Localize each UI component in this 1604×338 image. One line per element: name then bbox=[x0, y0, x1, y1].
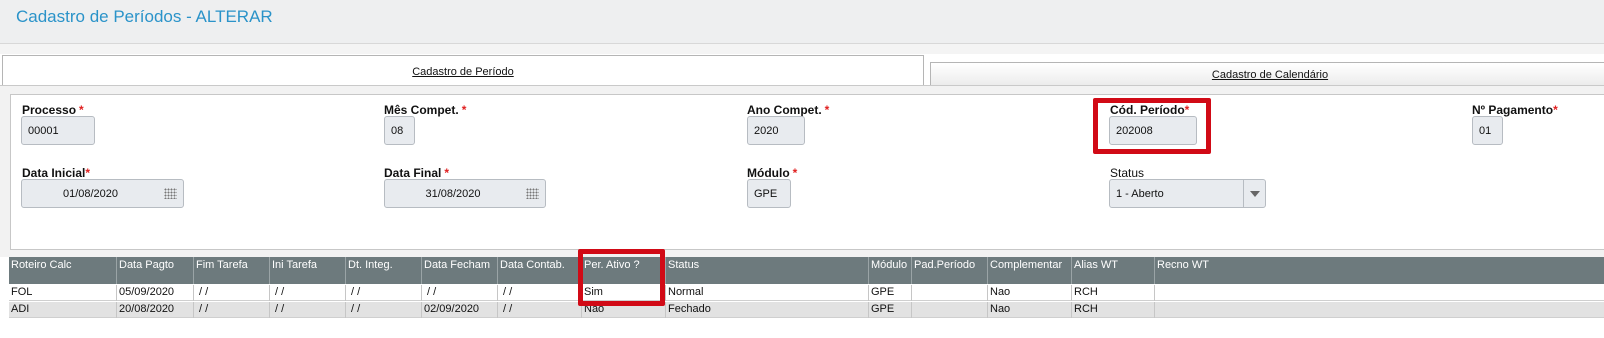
col-dt-integ[interactable]: Dt. Integ. bbox=[345, 257, 421, 284]
data-inicial-field[interactable]: 01/08/2020 bbox=[21, 179, 184, 208]
required-marker: * bbox=[792, 166, 798, 180]
header-gap bbox=[0, 44, 1604, 54]
grid-header: Roteiro Calc Data Pagto Fim Tarefa Ini T… bbox=[9, 257, 1604, 284]
required-marker: * bbox=[85, 166, 91, 180]
status-select[interactable]: 1 - Aberto bbox=[1109, 179, 1266, 208]
cell-alias-wt: RCH bbox=[1071, 285, 1154, 301]
n-pagamento-field[interactable]: 01 bbox=[1472, 116, 1503, 145]
processo-field[interactable]: 00001 bbox=[21, 116, 95, 145]
ano-compet-label: Ano Compet. * bbox=[747, 103, 830, 117]
cell-data-contab: / / bbox=[497, 285, 581, 301]
calendar-icon[interactable] bbox=[526, 188, 539, 199]
col-fim-tarefa[interactable]: Fim Tarefa bbox=[193, 257, 269, 284]
highlight-box-per-ativo bbox=[578, 249, 665, 306]
cell-modulo: GPE bbox=[868, 302, 911, 318]
page-title: Cadastro de Períodos - ALTERAR bbox=[16, 7, 273, 26]
required-marker: * bbox=[79, 103, 84, 117]
cell-fim-tarefa: / / bbox=[193, 285, 269, 301]
chevron-down-icon[interactable] bbox=[1243, 180, 1265, 207]
cell-ini-tarefa: / / bbox=[269, 302, 345, 318]
data-final-field[interactable]: 31/08/2020 bbox=[384, 179, 546, 208]
required-marker: * bbox=[444, 166, 450, 180]
highlight-box-cod-periodo bbox=[1093, 98, 1211, 154]
col-recno-wt[interactable]: Recno WT bbox=[1154, 257, 1604, 284]
cell-status: Fechado bbox=[665, 302, 868, 318]
cell-alias-wt: RCH bbox=[1071, 302, 1154, 318]
cell-pad-periodo bbox=[911, 302, 987, 318]
col-ini-tarefa[interactable]: Ini Tarefa bbox=[269, 257, 345, 284]
data-final-label: Data Final * bbox=[384, 166, 450, 180]
col-data-fecham[interactable]: Data Fecham bbox=[421, 257, 497, 284]
calendar-icon[interactable] bbox=[164, 188, 177, 199]
cell-pad-periodo bbox=[911, 285, 987, 301]
tab-cadastro-periodo[interactable]: Cadastro de Período bbox=[2, 55, 924, 86]
required-marker: * bbox=[824, 103, 830, 117]
tab-label: Cadastro de Período bbox=[412, 66, 514, 78]
cell-roteiro-calc: FOL bbox=[11, 286, 33, 298]
cell-data-contab: / / bbox=[497, 302, 581, 318]
cell-fim-tarefa: / / bbox=[193, 302, 269, 318]
ano-compet-field[interactable]: 2020 bbox=[747, 116, 805, 145]
cell-recno-wt bbox=[1154, 285, 1604, 301]
cell-data-pagto: 05/09/2020 bbox=[116, 285, 193, 301]
cell-complementar: Nao bbox=[987, 302, 1071, 318]
status-label: Status bbox=[1110, 166, 1145, 180]
cell-data-fecham: / / bbox=[421, 285, 497, 301]
mes-compet-label: Mês Compet. * bbox=[384, 103, 467, 117]
col-status[interactable]: Status bbox=[665, 257, 868, 284]
col-complementar[interactable]: Complementar bbox=[987, 257, 1071, 284]
required-marker: * bbox=[461, 103, 467, 117]
col-data-pagto[interactable]: Data Pagto bbox=[116, 257, 193, 284]
cell-complementar: Nao bbox=[987, 285, 1071, 301]
cell-dt-integ: / / bbox=[345, 285, 421, 301]
mes-compet-field[interactable]: 08 bbox=[384, 116, 415, 145]
col-modulo[interactable]: Módulo bbox=[868, 257, 911, 284]
required-marker: * bbox=[1553, 103, 1558, 117]
cell-data-fecham: 02/09/2020 bbox=[421, 302, 497, 318]
tab-label: Cadastro de Calendário bbox=[1211, 69, 1329, 81]
table-row[interactable]: ADI 20/08/2020 / / / / / / 02/09/2020 / … bbox=[9, 302, 1604, 318]
page-header: Cadastro de Períodos - ALTERAR bbox=[0, 0, 1604, 44]
n-pagamento-label: Nº Pagamento* bbox=[1472, 103, 1558, 117]
cell-dt-integ: / / bbox=[345, 302, 421, 318]
cell-data-pagto: 20/08/2020 bbox=[116, 302, 193, 318]
cell-status: Normal bbox=[665, 285, 868, 301]
modulo-label: Módulo * bbox=[747, 166, 798, 180]
table-row[interactable]: FOL 05/09/2020 / / / / / / / / / / Sim N… bbox=[9, 285, 1604, 301]
cell-modulo: GPE bbox=[868, 285, 911, 301]
col-pad-periodo[interactable]: Pad.Período bbox=[911, 257, 987, 284]
tab-cadastro-calendario[interactable]: Cadastro de Calendário bbox=[930, 62, 1604, 86]
modulo-field[interactable]: GPE bbox=[747, 179, 791, 208]
cell-ini-tarefa: / / bbox=[269, 285, 345, 301]
col-roteiro-calc[interactable]: Roteiro Calc bbox=[9, 257, 116, 284]
processo-label: Processo * bbox=[22, 103, 84, 117]
col-data-contab[interactable]: Data Contab. bbox=[497, 257, 581, 284]
col-alias-wt[interactable]: Alias WT bbox=[1071, 257, 1154, 284]
data-inicial-label: Data Inicial* bbox=[22, 166, 91, 180]
cell-roteiro-calc: ADI bbox=[11, 303, 30, 315]
cell-recno-wt bbox=[1154, 302, 1604, 318]
form-box bbox=[10, 94, 1604, 250]
